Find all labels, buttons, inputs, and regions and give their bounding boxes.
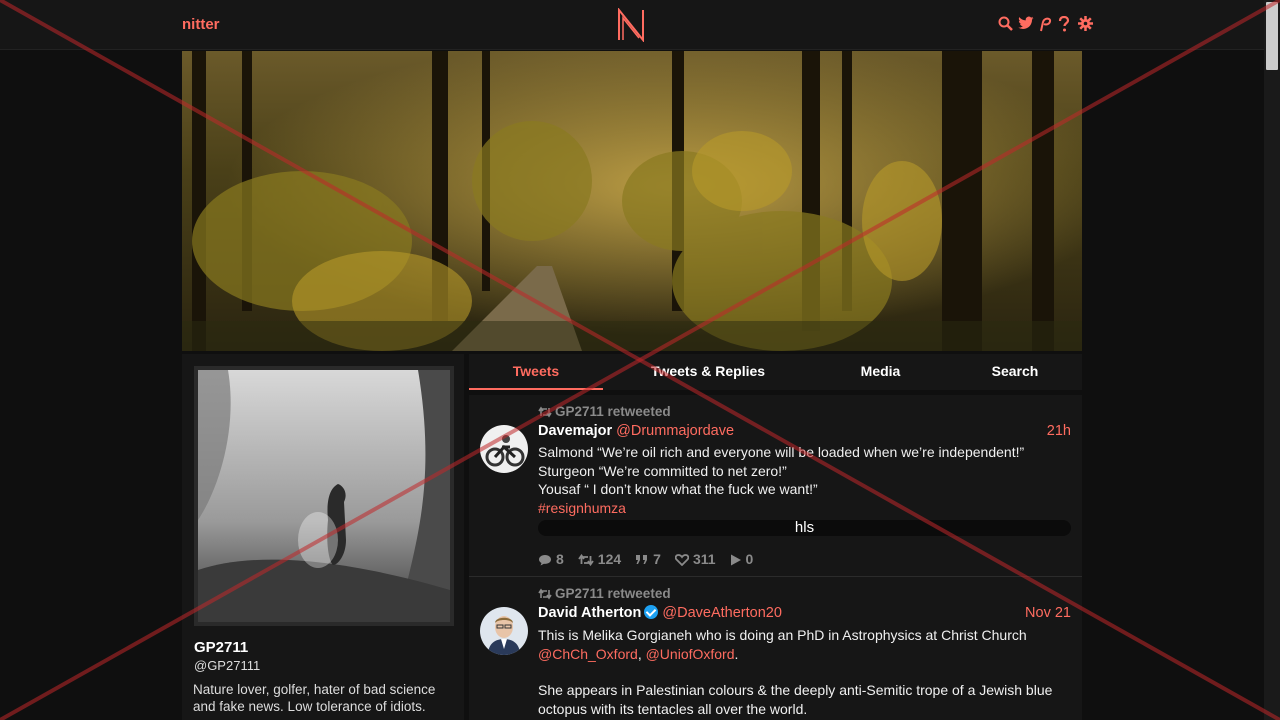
- like-count: 311: [692, 551, 716, 567]
- mention-link[interactable]: @ChCh_Oxford: [538, 646, 638, 662]
- retweet-icon: [538, 588, 552, 600]
- timeline-tabs: Tweets Tweets & Replies Media Search: [469, 354, 1082, 390]
- mention-link[interactable]: @UniofOxford: [646, 646, 735, 662]
- tab-tweets-replies[interactable]: Tweets & Replies: [603, 354, 813, 390]
- retweet-header: GP2711 retweeted: [538, 586, 671, 601]
- tweet-header: David Atherton @DaveAtherton20 Nov 21: [538, 605, 1071, 621]
- separator: ,: [637, 645, 642, 662]
- tab-media[interactable]: Media: [813, 354, 948, 390]
- quote-stat[interactable]: 7: [635, 551, 661, 567]
- verified-icon: [644, 605, 659, 619]
- tweet-line: This is Melika Gorgianeh who is doing an…: [538, 627, 1027, 643]
- reply-count: 8: [556, 551, 564, 567]
- tweet-username[interactable]: @Drummajordave: [616, 423, 734, 439]
- retweet-text: GP2711 retweeted: [555, 404, 671, 419]
- tweet-username[interactable]: @DaveAtherton20: [662, 605, 782, 621]
- timeline-item[interactable]: GP2711 retweeted Davemajor @Drummajordave…: [469, 395, 1082, 577]
- twitter-icon[interactable]: [1018, 16, 1034, 32]
- nitter-logo-icon[interactable]: [617, 7, 645, 45]
- retweet-icon: [538, 406, 552, 418]
- tweet-line: Yousaf “ I don’t know what the fuck we w…: [538, 481, 818, 497]
- retweet-icon: [578, 553, 594, 567]
- tweet-line: Salmond “We’re oil rich and everyone wil…: [538, 444, 1025, 460]
- profile-username[interactable]: @GP27111: [194, 658, 260, 673]
- tweet-content: This is Melika Gorgianeh who is doing an…: [538, 626, 1071, 718]
- comment-icon: [539, 555, 551, 566]
- tweet-line: @ChCh_Oxford, @UniofOxford.: [538, 645, 1071, 664]
- navbar: nitter: [0, 0, 1264, 50]
- tab-tweets[interactable]: Tweets: [469, 354, 603, 390]
- timeline: GP2711 retweeted Davemajor @Drummajordave…: [469, 395, 1082, 720]
- retweet-count: 124: [597, 551, 622, 567]
- rss-icon[interactable]: [1038, 16, 1053, 32]
- tweet-header: Davemajor @Drummajordave 21h: [538, 423, 1071, 439]
- like-stat[interactable]: 311: [674, 551, 716, 567]
- tweet-fullname[interactable]: Davemajor: [538, 423, 612, 439]
- tweet-content: Salmond “We’re oil rich and everyone wil…: [538, 443, 1071, 517]
- retweet-text: GP2711 retweeted: [555, 586, 671, 601]
- profile-avatar[interactable]: [194, 366, 454, 626]
- view-stat[interactable]: 0: [730, 551, 754, 567]
- nav-icons: [998, 15, 1093, 32]
- quote-count: 7: [653, 551, 661, 567]
- quote-icon: [636, 555, 648, 564]
- play-icon: [730, 554, 741, 566]
- timeline-item[interactable]: GP2711 retweeted David Atherton @DaveAthe…: [469, 578, 1082, 720]
- tweet-line: She appears in Palestinian colours & the…: [538, 682, 1053, 717]
- heart-icon: [674, 554, 690, 567]
- tweet-stats: 8 124 7 311 0: [538, 551, 753, 567]
- scrollbar-thumb[interactable]: [1266, 2, 1278, 70]
- retweet-header: GP2711 retweeted: [538, 404, 671, 419]
- video-player[interactable]: hls: [538, 520, 1071, 536]
- tweet-date[interactable]: 21h: [1047, 423, 1071, 439]
- profile-card: GP2711 @GP27111 Nature lover, golfer, ha…: [182, 354, 464, 720]
- search-icon[interactable]: [998, 16, 1013, 32]
- profile-banner[interactable]: [182, 51, 1082, 351]
- reply-stat[interactable]: 8: [538, 551, 564, 567]
- help-icon[interactable]: [1058, 15, 1073, 32]
- brand-link[interactable]: nitter: [182, 16, 220, 33]
- tweet-avatar[interactable]: [480, 607, 528, 655]
- punctuation: .: [734, 645, 739, 662]
- tweet-date[interactable]: Nov 21: [1025, 605, 1071, 621]
- hashtag-link[interactable]: #resignhumza: [538, 499, 1071, 518]
- tweet-line: Sturgeon “We’re committed to net zero!”: [538, 462, 787, 479]
- view-count: 0: [745, 551, 754, 567]
- page-scrollbar[interactable]: [1264, 0, 1280, 720]
- gear-icon[interactable]: [1078, 16, 1093, 32]
- tab-search[interactable]: Search: [948, 354, 1082, 390]
- tweet-avatar[interactable]: [480, 425, 528, 473]
- profile-fullname[interactable]: GP2711: [194, 639, 248, 656]
- retweet-stat[interactable]: 124: [578, 551, 621, 567]
- profile-bio: Nature lover, golfer, hater of bad scien…: [193, 682, 436, 714]
- tweet-fullname[interactable]: David Atherton: [538, 605, 641, 621]
